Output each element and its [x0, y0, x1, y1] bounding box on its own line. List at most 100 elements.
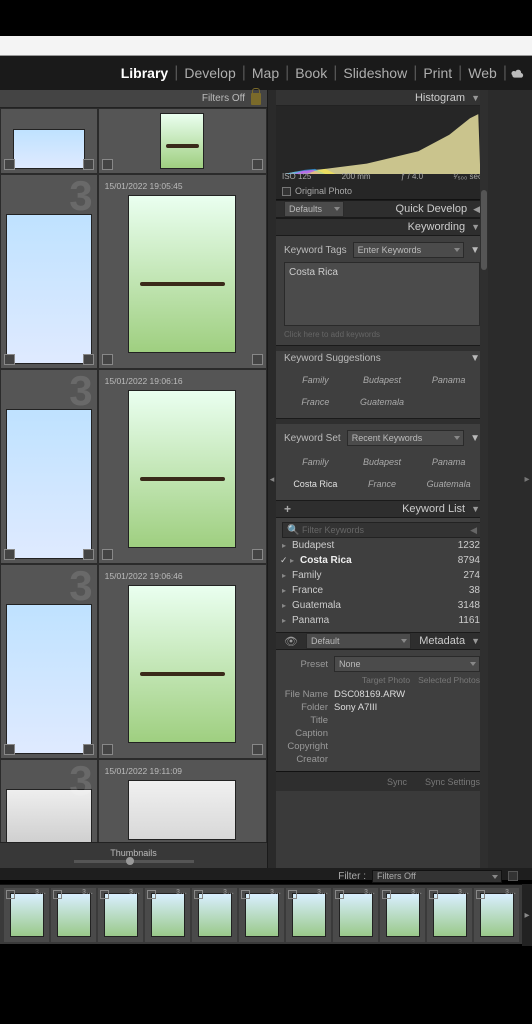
grid-filters-off-label[interactable]: Filters Off [202, 93, 245, 104]
filmstrip-cell[interactable] [427, 888, 472, 942]
keyword-set-item[interactable]: France [351, 474, 414, 494]
quick-develop-header[interactable]: Defaults Quick Develop ◀ [276, 200, 488, 218]
keyword-set-item[interactable]: Panama [417, 452, 480, 472]
filmstrip-cell[interactable] [286, 888, 331, 942]
filter-toggle-switch[interactable] [508, 871, 518, 881]
keyword-set-item[interactable]: Guatemala [417, 474, 480, 494]
target-photo-button[interactable]: Target Photo [362, 675, 410, 685]
filmstrip-cell[interactable] [380, 888, 425, 942]
cell-badge-icon[interactable] [252, 354, 263, 365]
cell-badge-icon[interactable] [252, 159, 263, 170]
panel-collapse-handle[interactable]: ◂ [268, 90, 276, 868]
quick-develop-preset-select[interactable]: Defaults [284, 201, 344, 217]
metadata-header[interactable]: 👁 Default Metadata ▼ [276, 632, 488, 650]
grid-cell[interactable]: 3 [0, 369, 98, 564]
keyword-suggestion[interactable]: Budapest [351, 370, 414, 390]
keyword-list-item[interactable]: ▸France38 [282, 583, 482, 598]
sync-settings-button[interactable]: Sync Settings [425, 777, 480, 787]
filmstrip-cell[interactable] [333, 888, 378, 942]
keyword-suggestion[interactable]: Panama [417, 370, 480, 390]
keyword-list-search[interactable]: 🔍 Filter Keywords ◀ [282, 522, 482, 538]
filmstrip-scroll-right[interactable]: ▸ [522, 884, 532, 946]
filmstrip-cell[interactable] [239, 888, 284, 942]
filmstrip-cell[interactable] [145, 888, 190, 942]
collapse-icon[interactable]: ▼ [470, 245, 480, 256]
grid-cell[interactable]: 15/01/2022 19:06:16 [98, 369, 267, 564]
cell-badge-icon[interactable] [252, 744, 263, 755]
keywording-header[interactable]: Keywording ▼ [276, 218, 488, 236]
filmstrip-cell[interactable] [51, 888, 96, 942]
filmstrip-cell[interactable] [98, 888, 143, 942]
keyword-list-item[interactable]: ▸Family274 [282, 568, 482, 583]
right-panel-expander[interactable]: ▸ [522, 90, 532, 868]
keyword-set-item[interactable]: Budapest [351, 452, 414, 472]
filter-preset-select[interactable]: Filters Off [372, 870, 502, 883]
pick-flag-icon[interactable] [4, 354, 15, 365]
keyword-tags-input[interactable]: Costa Rica [284, 262, 480, 326]
keyword-suggestion[interactable]: Family [284, 370, 347, 390]
cell-badge-icon[interactable] [83, 744, 94, 755]
keyword-set-item[interactable]: Costa Rica [284, 474, 347, 494]
cell-badge-icon[interactable] [252, 549, 263, 560]
module-map[interactable]: Map [249, 65, 282, 81]
keyword-list-item[interactable]: ▸Panama1161 [282, 613, 482, 628]
pick-flag-icon[interactable] [102, 549, 113, 560]
module-library[interactable]: Library [118, 65, 171, 81]
module-print[interactable]: Print [420, 65, 455, 81]
histogram-header[interactable]: Histogram ▼ [276, 90, 488, 106]
metadata-preset-select[interactable]: None [334, 656, 480, 672]
cell-badge-icon[interactable] [83, 549, 94, 560]
keyword-list-header[interactable]: + Keyword List ▼ [276, 500, 488, 518]
filmstrip-cell[interactable] [4, 888, 49, 942]
keyword-suggestion[interactable]: France [284, 392, 347, 412]
pick-flag-icon[interactable] [102, 354, 113, 365]
keyword-list-item[interactable]: ▸Costa Rica8794 [282, 553, 482, 568]
keyword-list-item[interactable]: ▸Budapest1232 [282, 538, 482, 553]
grid-cell[interactable]: 15/01/2022 19:05:45 [98, 174, 267, 369]
cloud-sync-icon[interactable] [510, 66, 524, 80]
cell-badge-icon[interactable] [83, 159, 94, 170]
keyword-suggestion[interactable]: Guatemala [351, 392, 414, 412]
selected-photos-button[interactable]: Selected Photos [418, 675, 480, 685]
metadata-value-folder[interactable]: Sony A7III [334, 702, 480, 713]
grid-cell[interactable]: 15/01/2022 19:11:09 [98, 759, 267, 842]
filmstrip[interactable] [0, 884, 532, 946]
histogram-panel[interactable]: ISO 125 200 mm ƒ / 4.0 ¹⁄₅₀₀ sec Origina… [276, 106, 488, 200]
grid-cell[interactable] [98, 108, 267, 174]
metadata-view-select[interactable]: Default [306, 633, 411, 649]
filmstrip-cell[interactable] [192, 888, 237, 942]
module-develop[interactable]: Develop [181, 65, 238, 81]
filmstrip-cell[interactable] [474, 888, 519, 942]
cell-badge-icon[interactable] [83, 354, 94, 365]
grid-cell[interactable]: 3 [0, 759, 98, 842]
pick-flag-icon[interactable] [4, 744, 15, 755]
add-keyword-icon[interactable]: + [284, 502, 291, 516]
original-photo-checkbox[interactable] [282, 187, 291, 196]
collapse-icon[interactable]: ▼ [470, 353, 480, 364]
grid-cell[interactable] [0, 108, 98, 174]
pick-flag-icon[interactable] [4, 159, 15, 170]
module-web[interactable]: Web [465, 65, 500, 81]
metadata-value-filename[interactable]: DSC08169.ARW [334, 689, 480, 700]
keyword-set-item[interactable]: Family [284, 452, 347, 472]
thumbnail-size-slider[interactable] [74, 860, 194, 863]
grid-cell[interactable]: 3 [0, 564, 98, 759]
module-book[interactable]: Book [292, 65, 330, 81]
sync-button[interactable]: Sync [387, 777, 407, 787]
filter-lock-icon[interactable] [251, 93, 261, 105]
clear-icon[interactable]: ◀ [470, 525, 477, 536]
keyword-add-hint[interactable]: Click here to add keywords [284, 330, 480, 339]
keyword-set-select[interactable]: Recent Keywords [347, 430, 464, 446]
keyword-tags-mode-select[interactable]: Enter Keywords [353, 242, 464, 258]
grid-cell[interactable]: 15/01/2022 19:06:46 [98, 564, 267, 759]
pick-flag-icon[interactable] [4, 549, 15, 560]
module-slideshow[interactable]: Slideshow [340, 65, 410, 81]
right-panel-scrollbar[interactable] [480, 90, 488, 868]
pick-flag-icon[interactable] [102, 159, 113, 170]
eye-icon[interactable]: 👁 [284, 635, 298, 648]
collapse-icon[interactable]: ▼ [470, 433, 480, 444]
grid-scroll[interactable]: 3 15/01/2022 19:05:45 3 [0, 108, 267, 842]
grid-cell[interactable]: 3 [0, 174, 98, 369]
keyword-suggestion[interactable] [417, 392, 480, 412]
keyword-list-item[interactable]: ▸Guatemala3148 [282, 598, 482, 613]
